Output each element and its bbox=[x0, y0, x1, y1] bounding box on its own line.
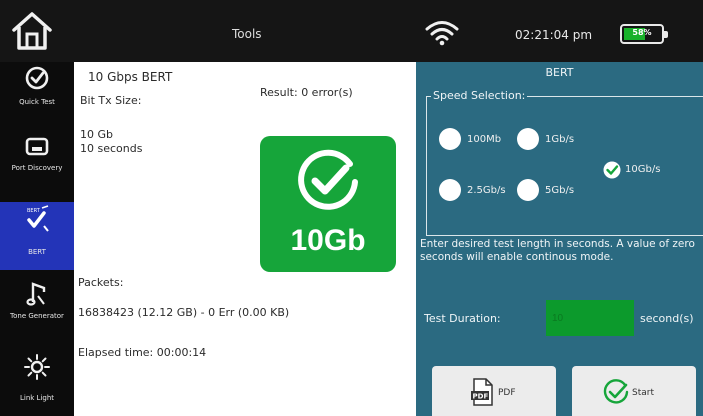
link-light-icon bbox=[24, 354, 50, 380]
test-duration-input[interactable] bbox=[546, 300, 634, 336]
check-circle-icon bbox=[25, 66, 49, 90]
sidebar-item-label: Tone Generator bbox=[10, 312, 64, 320]
panel-title: BERT bbox=[545, 66, 574, 79]
sidebar: Quick Test Port Discovery BERT BERT Tone… bbox=[0, 62, 74, 416]
home-icon[interactable] bbox=[10, 10, 54, 52]
test-duration-label: Test Duration: bbox=[424, 312, 501, 325]
start-button-label: Start bbox=[632, 388, 654, 398]
speed-radio-100mb[interactable] bbox=[439, 128, 461, 150]
pdf-button[interactable]: PDF PDF bbox=[432, 366, 556, 416]
packets-value: 16838423 (12.12 GB) - 0 Err (0.00 KB) bbox=[78, 306, 290, 319]
sidebar-item-label: BERT bbox=[28, 248, 46, 256]
page-title: Tools bbox=[232, 27, 262, 41]
sidebar-item-link-light[interactable]: Link Light bbox=[0, 350, 74, 416]
top-bar: Tools 02:21:04 pm 58% bbox=[0, 0, 703, 62]
svg-text:BERT: BERT bbox=[27, 208, 41, 214]
pdf-button-label: PDF bbox=[498, 388, 516, 398]
tx-size-value: 10 Gb bbox=[80, 128, 113, 141]
badge-label: 10Gb bbox=[290, 224, 366, 257]
tone-generator-icon bbox=[26, 282, 46, 306]
speed-label-10gb: 10Gb/s bbox=[625, 164, 661, 175]
wifi-icon bbox=[425, 21, 459, 46]
speed-radio-2-5gb[interactable] bbox=[439, 179, 461, 201]
battery-percent: 58% bbox=[632, 28, 652, 37]
bert-settings-panel: BERT Speed Selection: 100Mb 1Gb/s 10Gb/s… bbox=[416, 62, 703, 416]
speed-label-5gb: 5Gb/s bbox=[545, 185, 575, 196]
bit-tx-size-label: Bit Tx Size: bbox=[80, 94, 142, 107]
speed-selection-legend: Speed Selection: bbox=[431, 89, 528, 102]
start-check-icon bbox=[603, 379, 629, 404]
elapsed-time: Elapsed time: 00:00:14 bbox=[78, 346, 207, 359]
speed-label-2-5gb: 2.5Gb/s bbox=[467, 185, 506, 196]
sidebar-item-label: Port Discovery bbox=[11, 164, 63, 172]
tx-duration-value: 10 seconds bbox=[80, 142, 143, 155]
test-duration-unit: second(s) bbox=[640, 312, 694, 325]
speed-selection-group: Speed Selection: 100Mb 1Gb/s 10Gb/s 2.5G… bbox=[426, 89, 703, 236]
svg-text:PDF: PDF bbox=[473, 393, 489, 401]
speed-check-10gb[interactable] bbox=[603, 161, 621, 179]
speed-label-1gb: 1Gb/s bbox=[545, 134, 575, 145]
clock-time: 02:21:04 pm bbox=[515, 28, 593, 42]
result-summary: Result: 0 error(s) bbox=[260, 86, 353, 99]
battery-icon: 58% bbox=[620, 24, 668, 44]
sidebar-item-bert[interactable]: BERT BERT bbox=[0, 202, 74, 270]
packets-label: Packets: bbox=[78, 276, 124, 289]
speed-label-100mb: 100Mb bbox=[467, 134, 502, 145]
test-heading: 10 Gbps BERT bbox=[88, 70, 173, 84]
sidebar-item-quick-test[interactable]: Quick Test bbox=[0, 62, 74, 132]
sidebar-item-tone-generator[interactable]: Tone Generator bbox=[0, 276, 74, 346]
speed-radio-1gb[interactable] bbox=[517, 128, 539, 150]
sidebar-item-port-discovery[interactable]: Port Discovery bbox=[0, 130, 74, 200]
results-panel: 10 Gbps BERT Result: 0 error(s) Bit Tx S… bbox=[74, 62, 416, 416]
start-button[interactable]: Start bbox=[572, 366, 696, 416]
battery-tip bbox=[664, 31, 668, 38]
sidebar-item-label: Quick Test bbox=[19, 98, 55, 106]
pdf-file-icon: PDF bbox=[471, 378, 493, 406]
check-circle-icon bbox=[298, 149, 358, 210]
sidebar-item-label: Link Light bbox=[19, 394, 55, 402]
port-icon bbox=[25, 137, 49, 156]
speed-result-badge: 10Gb bbox=[260, 136, 396, 272]
speed-radio-5gb[interactable] bbox=[517, 179, 539, 201]
bert-icon: BERT bbox=[27, 205, 49, 232]
duration-instructions: Enter desired test length in seconds. A … bbox=[420, 238, 695, 263]
